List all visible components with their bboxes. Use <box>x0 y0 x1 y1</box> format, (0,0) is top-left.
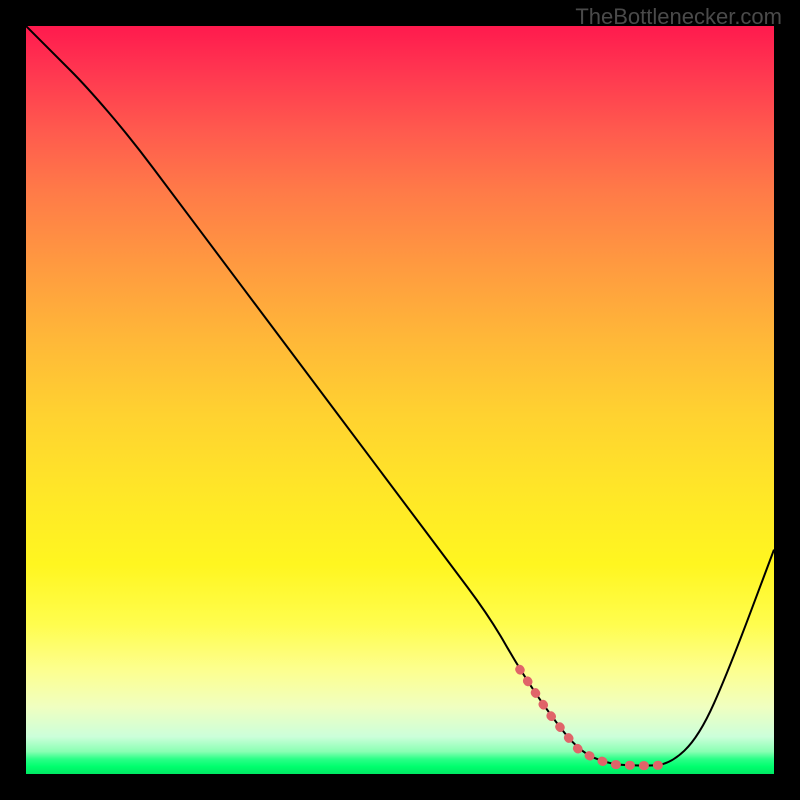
watermark: TheBottlenecker.com <box>575 4 782 30</box>
optimal-range-marker <box>520 669 670 765</box>
chart-plot-area <box>26 26 774 774</box>
bottleneck-curve <box>26 26 774 766</box>
chart-svg <box>26 26 774 774</box>
